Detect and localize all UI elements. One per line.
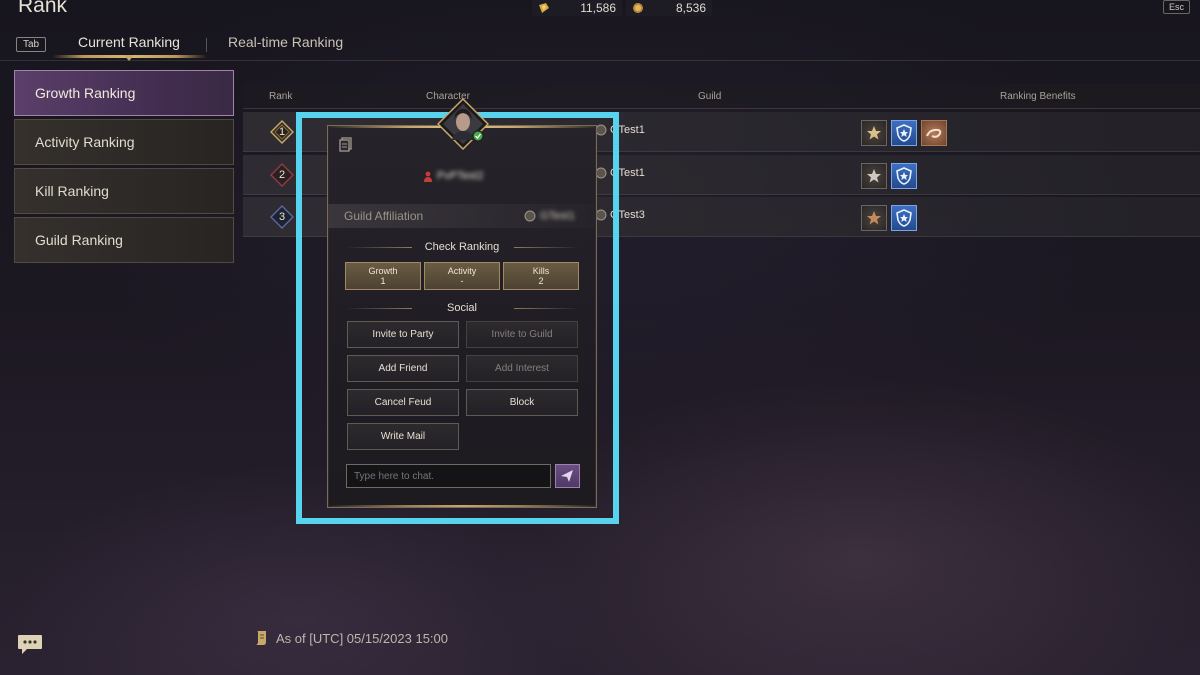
timestamp-text: As of [UTC] 05/15/2023 15:00 — [276, 630, 448, 646]
shield-glyph — [896, 167, 912, 185]
swirl-glyph — [926, 128, 942, 138]
sidebar-item-label: Activity Ranking — [35, 134, 135, 150]
character-name: PvPTest2 — [423, 170, 483, 182]
ranking-timestamp: As of [UTC] 05/15/2023 15:00 — [254, 630, 448, 646]
add-friend-button[interactable]: Add Friend — [347, 355, 459, 382]
section-divider-right — [514, 308, 580, 309]
swirl-badge-icon[interactable] — [921, 120, 947, 146]
stat-label: Activity — [447, 266, 477, 276]
chat-bubble-icon[interactable] — [16, 632, 44, 656]
rank-number: 2 — [278, 169, 286, 181]
stat-growth: Growth 1 — [345, 262, 421, 290]
star-badge-icon[interactable] — [861, 163, 887, 189]
sidebar-item-activity-ranking[interactable]: Activity Ranking — [14, 119, 234, 165]
rank-number: 3 — [278, 211, 286, 223]
guild-affiliation-row: Guild Affiliation GTest1 — [328, 204, 596, 228]
guild-affiliation-text: GTest1 — [540, 210, 575, 222]
guild-emblem-icon — [524, 210, 536, 222]
send-icon — [561, 470, 573, 482]
currency-coin-value: 8,536 — [675, 1, 706, 15]
guild-affiliation-label: Guild Affiliation — [344, 209, 424, 223]
stat-activity: Activity - — [424, 262, 500, 290]
send-chat-button[interactable] — [555, 464, 580, 488]
shield-badge-icon[interactable] — [891, 205, 917, 231]
shield-glyph — [896, 124, 912, 142]
column-header-rank: Rank — [269, 91, 293, 102]
rank-badge-gold: 1 — [270, 120, 294, 144]
star-glyph — [867, 126, 881, 140]
stat-value: - — [460, 276, 464, 286]
section-divider-right — [514, 247, 580, 248]
currency-gold: 11,586 — [532, 0, 622, 16]
coin-icon — [633, 3, 643, 13]
add-interest-button[interactable]: Add Interest — [466, 355, 578, 382]
scroll-icon — [256, 631, 266, 645]
guild-affiliation-value: GTest1 — [524, 210, 575, 222]
star-glyph — [867, 169, 881, 183]
ranking-table-header: Rank Character Guild Ranking Benefits — [243, 84, 1200, 109]
stat-label: Growth — [368, 266, 398, 276]
shield-badge-icon[interactable] — [891, 163, 917, 189]
sidebar-item-label: Kill Ranking — [35, 183, 109, 199]
invite-to-guild-button[interactable]: Invite to Guild — [466, 321, 578, 348]
character-popup: PvPTest2 Guild Affiliation GTest1 Check … — [327, 98, 598, 508]
popup-bottom-border — [328, 505, 598, 507]
stat-value: 1 — [380, 276, 386, 286]
rank-badge-red: 2 — [270, 163, 294, 187]
tab-current-ranking[interactable]: Current Ranking — [78, 34, 180, 50]
sidebar-item-label: Growth Ranking — [35, 85, 136, 101]
write-mail-button[interactable]: Write Mail — [347, 423, 459, 450]
shield-glyph — [896, 209, 912, 227]
tab-key-hint: Tab — [16, 37, 46, 52]
copy-icon[interactable] — [338, 136, 354, 152]
sidebar-item-growth-ranking[interactable]: Growth Ranking — [14, 70, 234, 116]
shield-badge-icon[interactable] — [891, 120, 917, 146]
stat-label: Kills — [532, 266, 550, 276]
stat-kills: Kills 2 — [503, 262, 579, 290]
sidebar-item-guild-ranking[interactable]: Guild Ranking — [14, 217, 234, 263]
star-badge-icon[interactable] — [861, 205, 887, 231]
stat-value: 2 — [538, 276, 544, 286]
cancel-feud-button[interactable]: Cancel Feud — [347, 389, 459, 416]
person-red-icon — [424, 171, 432, 182]
esc-button[interactable]: Esc — [1162, 0, 1190, 14]
page-title: Rank — [18, 0, 68, 17]
character-portrait-avatar — [437, 98, 489, 150]
star-glyph — [867, 211, 881, 225]
currency-gold-value: 11,586 — [580, 1, 616, 15]
star-badge-icon[interactable] — [861, 120, 887, 146]
column-header-benefits: Ranking Benefits — [1000, 91, 1076, 102]
tab-realtime-ranking[interactable]: Real-time Ranking — [228, 34, 343, 50]
header-divider — [0, 60, 1200, 61]
rank-badge-blue: 3 — [270, 205, 294, 229]
sidebar-item-label: Guild Ranking — [35, 232, 123, 248]
tab-divider — [206, 38, 207, 52]
block-button[interactable]: Block — [466, 389, 578, 416]
column-header-guild: Guild — [698, 91, 722, 102]
chat-input[interactable] — [346, 464, 551, 488]
top-bar: Rank 11,586 8,536 Esc — [0, 0, 1200, 20]
rank-number: 1 — [278, 126, 286, 138]
character-name-text: PvPTest2 — [437, 170, 484, 182]
sidebar-item-kill-ranking[interactable]: Kill Ranking — [14, 168, 234, 214]
gold-ticket-icon — [539, 3, 549, 13]
invite-to-party-button[interactable]: Invite to Party — [347, 321, 459, 348]
currency-coin: 8,536 — [626, 0, 712, 16]
